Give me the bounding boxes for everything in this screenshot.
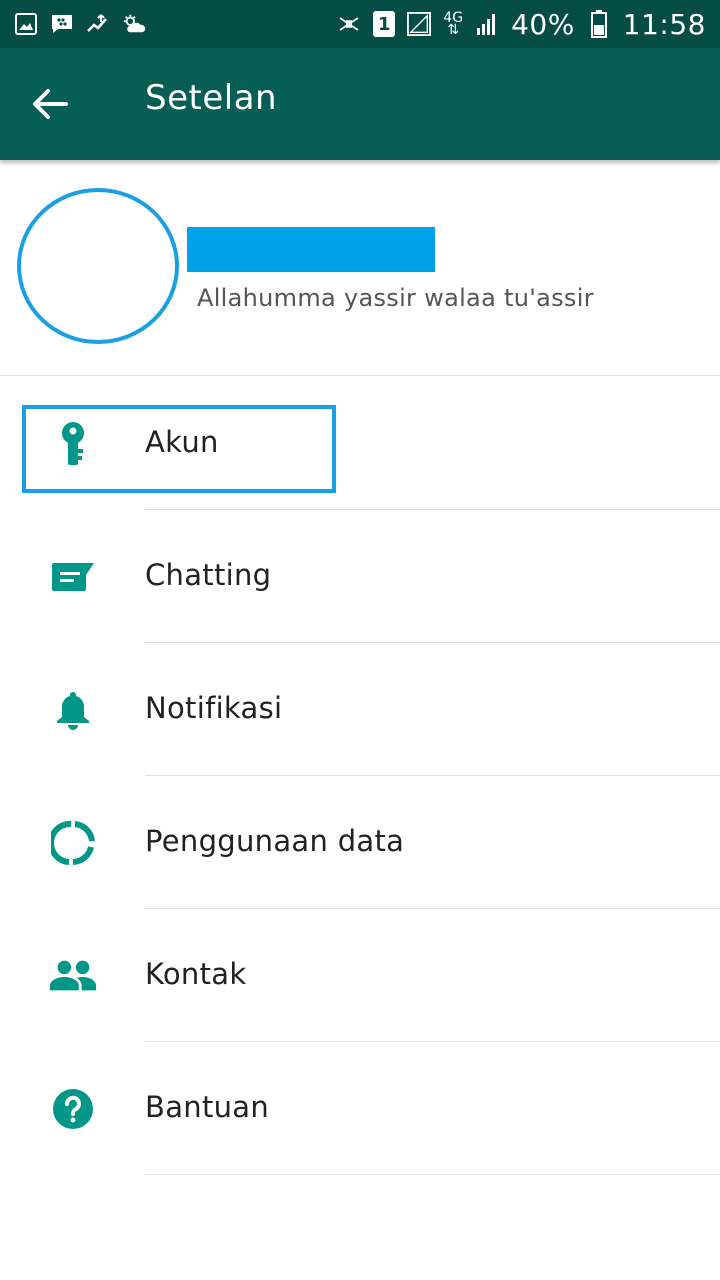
data-transfer-icon	[86, 12, 110, 36]
signal-empty-icon	[407, 12, 432, 36]
arrow-back-icon	[33, 89, 68, 119]
sim-icon: 1	[373, 11, 396, 37]
menu-item-label: Bantuan	[145, 1090, 270, 1124]
avatar[interactable]	[17, 188, 179, 344]
status-bar: 1 4G ⇅ 40% 11:58	[0, 0, 720, 48]
clock: 11:58	[622, 7, 706, 41]
profile-section[interactable]: Allahumma yassir walaa tu'assir	[0, 160, 720, 376]
settings-menu: Akun Chatting Notifikasi Penggunaan data…	[0, 377, 720, 1175]
menu-item-bantuan[interactable]: Bantuan	[0, 1042, 720, 1175]
page-title: Setelan	[145, 78, 278, 118]
bell-icon	[48, 687, 98, 733]
back-button[interactable]	[28, 82, 72, 126]
menu-item-kontak[interactable]: Kontak	[0, 909, 720, 1042]
signal-strength-icon	[475, 12, 499, 36]
mute-icon	[337, 12, 361, 36]
weather-icon	[122, 12, 146, 36]
help-icon	[48, 1086, 98, 1132]
menu-item-chatting[interactable]: Chatting	[0, 510, 720, 643]
battery-icon	[587, 10, 611, 38]
status-bar-left	[14, 12, 146, 36]
menu-item-akun[interactable]: Akun	[0, 377, 720, 510]
divider	[145, 1174, 720, 1175]
app-bar: Setelan	[0, 48, 720, 160]
chat-icon	[48, 554, 98, 600]
status-bar-right: 1 4G ⇅ 40% 11:58	[337, 8, 706, 41]
menu-item-label: Notifikasi	[145, 691, 283, 725]
menu-item-penggunaan-data[interactable]: Penggunaan data	[0, 776, 720, 909]
profile-name-redacted	[187, 227, 435, 272]
menu-item-label: Akun	[145, 425, 219, 459]
profile-status: Allahumma yassir walaa tu'assir	[197, 284, 594, 312]
gallery-icon	[14, 12, 38, 36]
menu-item-notifikasi[interactable]: Notifikasi	[0, 643, 720, 776]
data-usage-icon	[48, 820, 98, 866]
bbm-icon	[50, 12, 74, 36]
contacts-icon	[48, 953, 98, 999]
menu-item-label: Chatting	[145, 558, 272, 592]
menu-item-label: Penggunaan data	[145, 824, 405, 858]
sim-slot-number: 1	[378, 13, 391, 35]
battery-percent: 40%	[511, 7, 575, 41]
network-type: 4G ⇅	[443, 10, 464, 38]
menu-item-label: Kontak	[145, 957, 247, 991]
key-icon	[48, 421, 98, 467]
